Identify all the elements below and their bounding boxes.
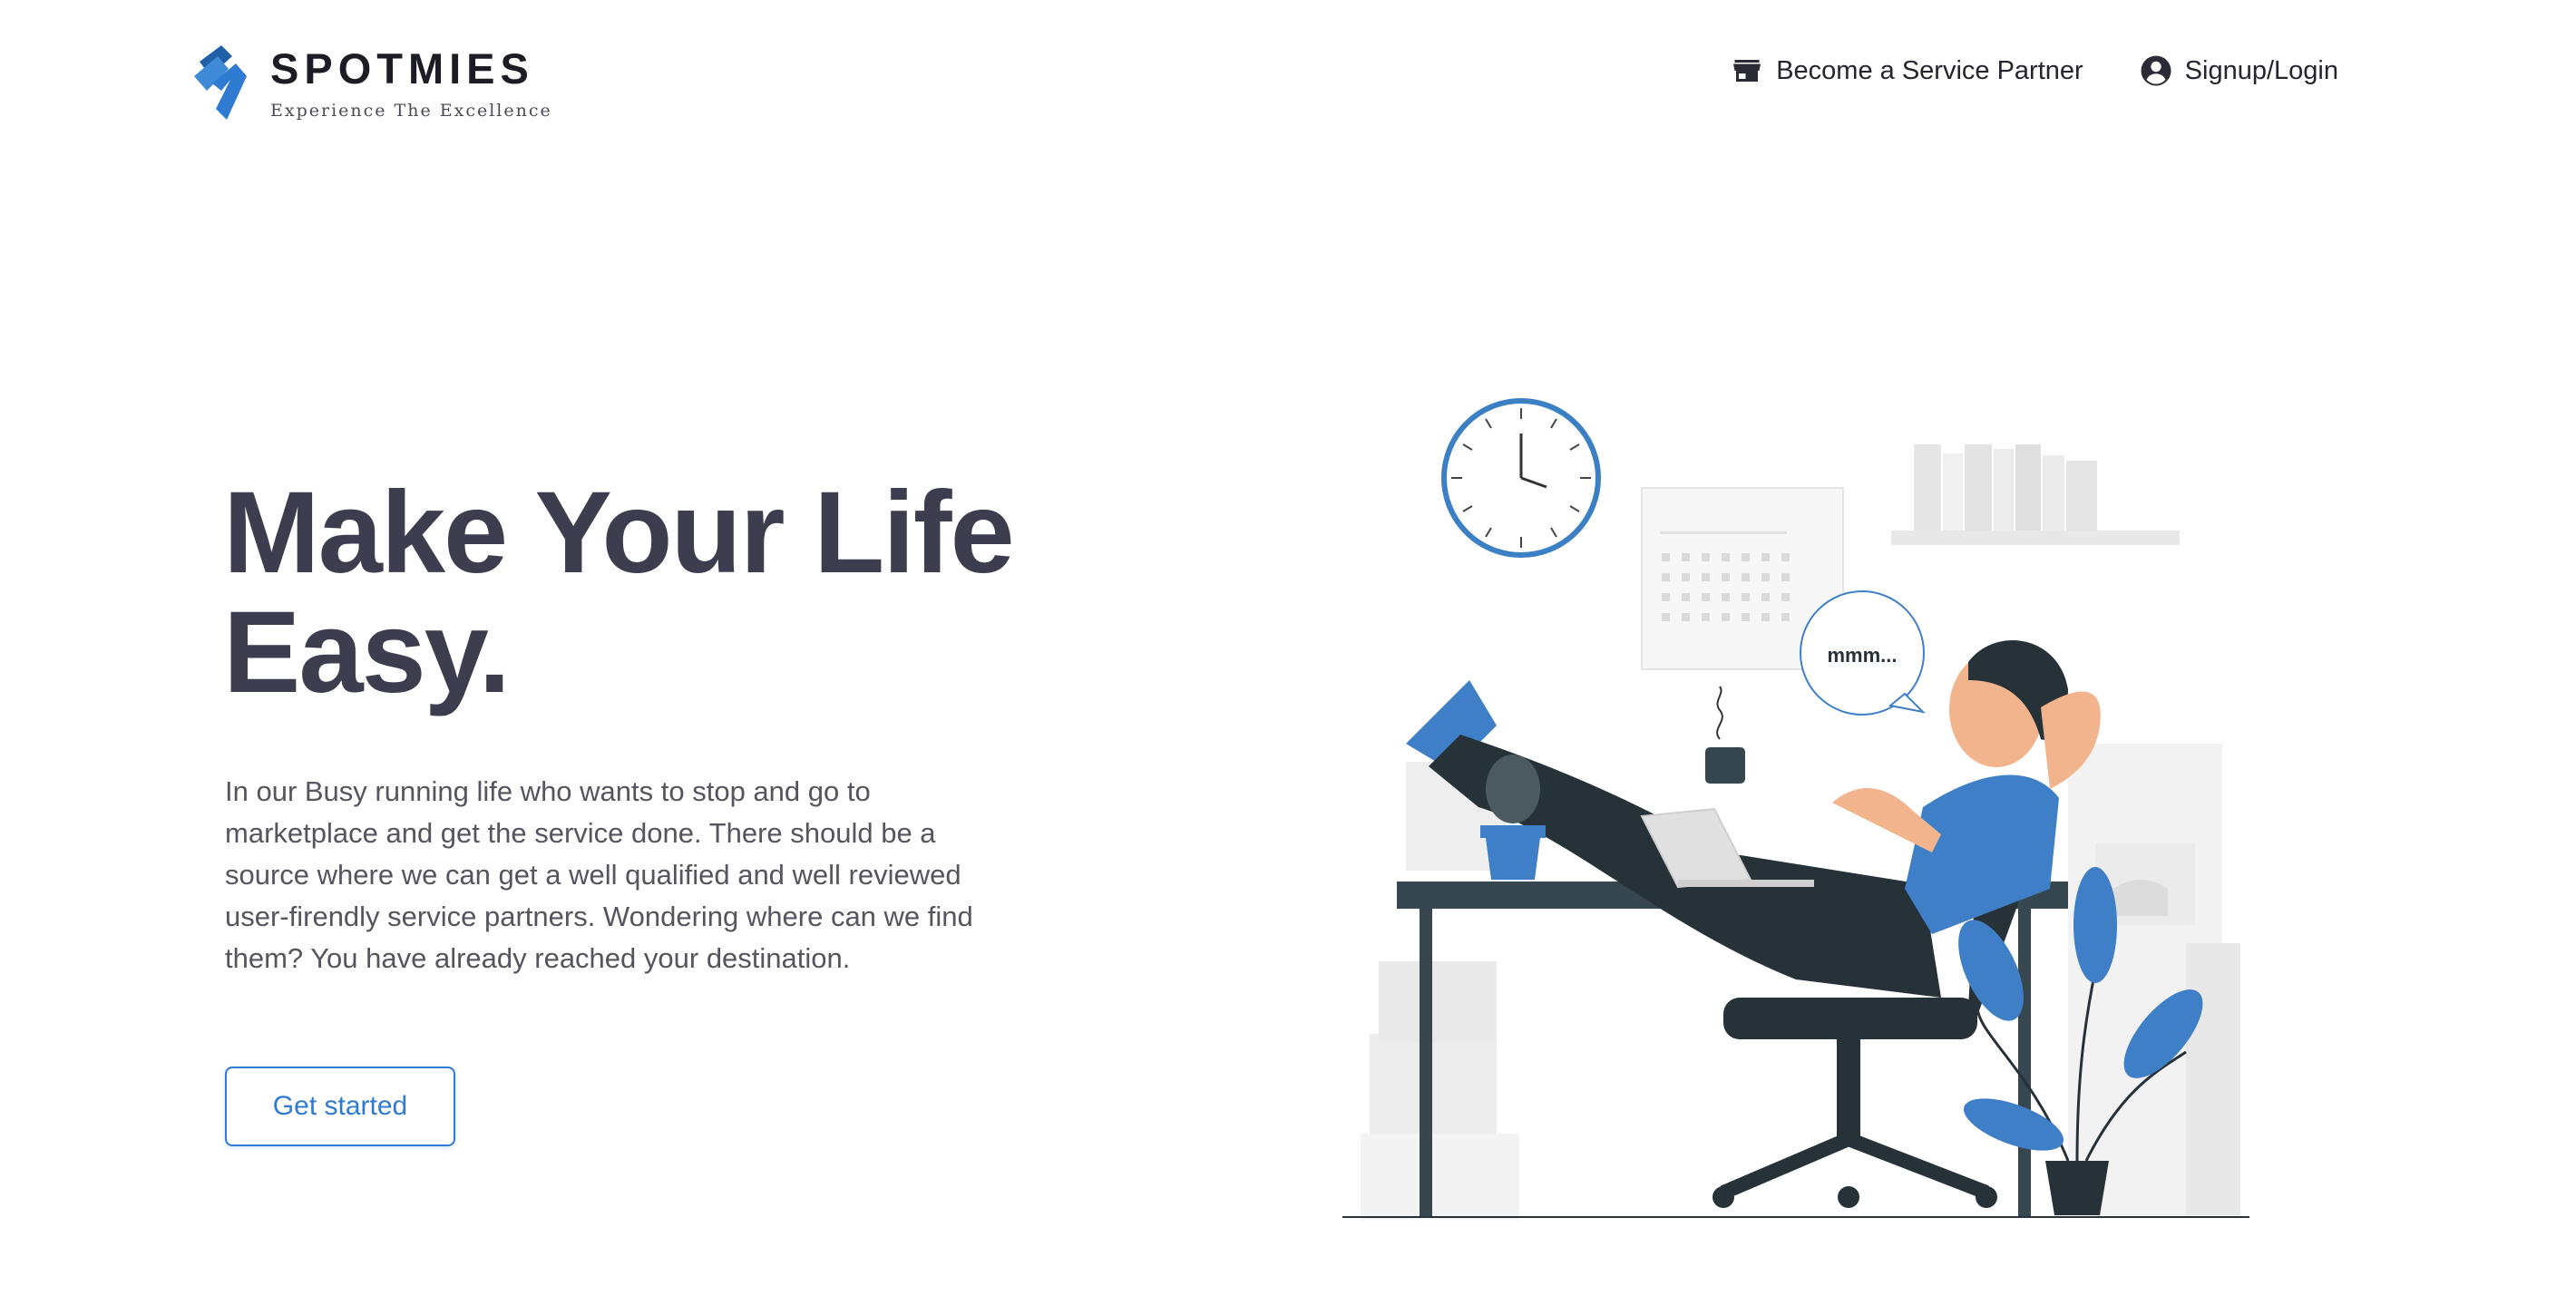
wall-clock — [1441, 398, 1601, 558]
hero-description: In our Busy running life who wants to st… — [225, 775, 973, 974]
relaxing-man-illustration: mmm... — [1342, 398, 2249, 1220]
signup-login-link[interactable]: Signup/Login — [2140, 54, 2338, 87]
hero-illustration: mmm... — [1342, 381, 2304, 1252]
hero-title-line-1: Make Your Life — [223, 468, 1015, 598]
hero-title-line-2: Easy. — [223, 588, 511, 717]
logo-mark-icon — [194, 45, 247, 120]
become-partner-label: Become a Service Partner — [1776, 55, 2083, 85]
get-started-button[interactable]: Get started — [225, 1067, 455, 1146]
speech-bubble-text: mmm... — [1827, 644, 1897, 667]
hero-title: Make Your Life Easy. — [223, 468, 1015, 717]
shelf-books — [1891, 444, 2180, 545]
top-nav: Become a Service Partner Signup/Login — [1731, 54, 2338, 87]
brand-name: SPOTMIES — [270, 44, 534, 93]
coffee-mug — [1705, 686, 1745, 784]
account-circle-icon — [2141, 55, 2171, 86]
brand-tagline: Experience The Excellence — [270, 100, 552, 121]
brand-logo[interactable]: SPOTMIES Experience The Excellence — [190, 44, 552, 123]
become-partner-link[interactable]: Become a Service Partner — [1731, 54, 2083, 87]
speech-bubble: mmm... — [1800, 590, 1927, 716]
storefront-icon — [1733, 60, 1761, 82]
signup-login-label: Signup/Login — [2184, 55, 2338, 85]
